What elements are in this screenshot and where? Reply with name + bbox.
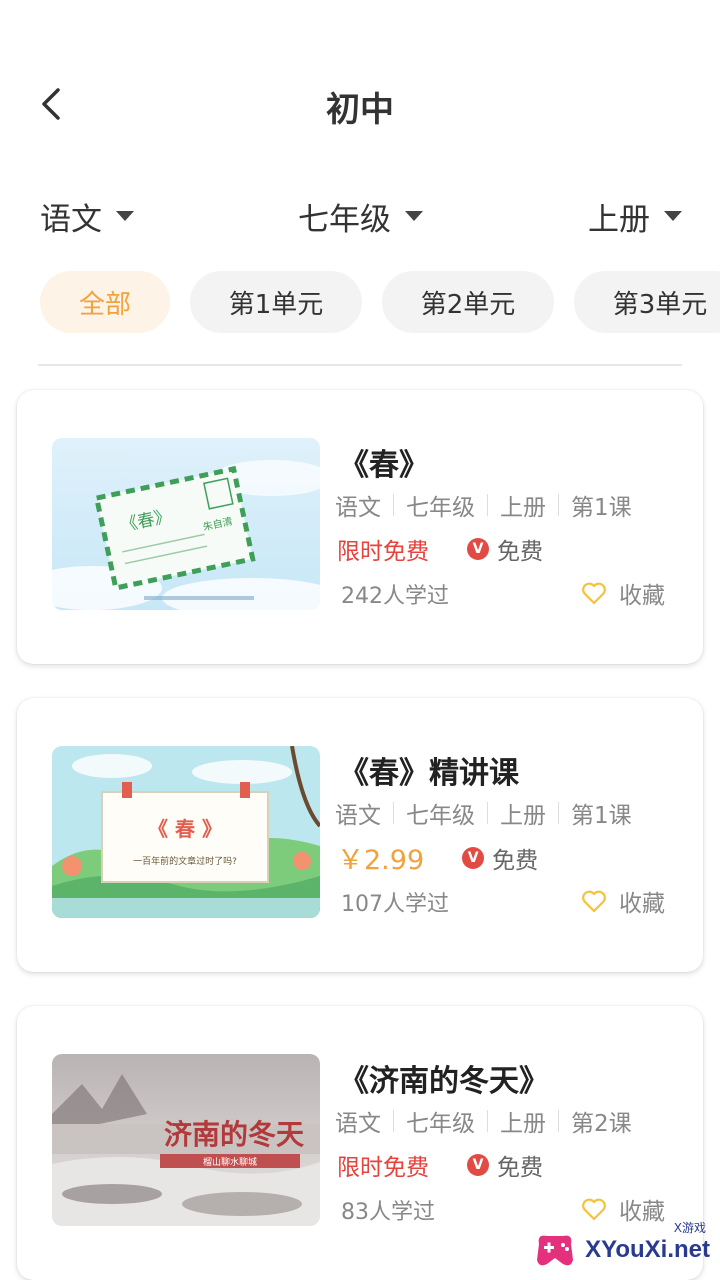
vip-badge-icon: V — [467, 1154, 489, 1176]
meta-volume: 上册 — [500, 495, 546, 521]
favorite-button[interactable]: 收藏 — [581, 884, 665, 918]
meta-volume: 上册 — [500, 803, 546, 829]
course-title: 《济南的冬天》 — [339, 1064, 549, 1099]
volume-dropdown[interactable]: 上册 — [588, 194, 682, 238]
vip-price-label: 免费 — [497, 1155, 543, 1181]
unit-chip-all[interactable]: 全部 — [40, 271, 170, 333]
heart-icon — [582, 890, 606, 913]
thumb-art-text: 济南的冬天 — [164, 1118, 304, 1151]
meta-lesson: 第1课 — [571, 803, 632, 829]
meta-separator — [558, 1110, 559, 1132]
favorite-label: 收藏 — [619, 1199, 665, 1225]
caret-down-icon — [664, 211, 682, 221]
vip-price: V 免费 — [462, 841, 538, 875]
heart-icon — [582, 1198, 606, 1221]
meta-subject: 语文 — [335, 495, 381, 521]
gamepad-logo-icon — [537, 1235, 574, 1266]
vip-price: V 免费 — [467, 1148, 543, 1182]
meta-separator — [393, 494, 394, 516]
course-list-page: 初中 语文 七年级 上册 全部 第1单元 第2单元 第3单元 《春》 朱自清 《… — [0, 0, 720, 1280]
price-label: 限时免费 — [337, 539, 429, 565]
favorite-button[interactable]: 收藏 — [581, 576, 665, 610]
volume-label: 上册 — [588, 201, 650, 238]
course-thumbnail: 榴山聊水聊城 济南的冬天 — [52, 1054, 320, 1226]
watermark-text: XYouXi.net — [585, 1236, 710, 1263]
vip-price-label: 免费 — [497, 539, 543, 565]
unit-chip-3[interactable]: 第3单元 — [574, 271, 720, 333]
meta-subject: 语文 — [335, 803, 381, 829]
meta-subject: 语文 — [335, 1111, 381, 1137]
meta-separator — [558, 494, 559, 516]
price-row: ￥2.99 V 免费 — [337, 838, 538, 877]
course-title: 《春》精讲课 — [339, 756, 519, 791]
meta-separator — [558, 802, 559, 824]
meta-separator — [487, 1110, 488, 1132]
course-meta: 语文 七年级 上册 第1课 — [335, 796, 632, 830]
learned-count: 242人学过 — [341, 584, 449, 609]
meta-grade: 七年级 — [406, 495, 475, 521]
caret-down-icon — [116, 211, 134, 221]
watermark: XYouXi.net — [533, 1230, 710, 1270]
meta-separator — [393, 1110, 394, 1132]
price-label: ￥2.99 — [337, 845, 425, 876]
meta-separator — [393, 802, 394, 824]
subject-label: 语文 — [40, 201, 102, 238]
favorite-button[interactable]: 收藏 — [581, 1192, 665, 1226]
thumb-board-sub: 一百年前的文章过时了吗? — [133, 855, 237, 867]
page-title: 初中 — [326, 90, 394, 130]
course-title: 《春》 — [339, 448, 429, 483]
meta-separator — [487, 802, 488, 824]
course-card[interactable]: 《春》 朱自清 《春》 语文 七年级 上册 第1课 限时免费 V 免费 242人… — [17, 390, 703, 664]
unit-chip-2[interactable]: 第2单元 — [382, 271, 554, 333]
thumb-board-title: 《 春 》 — [148, 817, 222, 841]
favorite-label: 收藏 — [619, 891, 665, 917]
price-row: 限时免费 V 免费 — [337, 532, 543, 566]
vip-badge-icon: V — [467, 538, 489, 560]
price-row: 限时免费 V 免费 — [337, 1148, 543, 1182]
subject-dropdown[interactable]: 语文 — [40, 194, 134, 238]
meta-volume: 上册 — [500, 1111, 546, 1137]
favorite-label: 收藏 — [619, 583, 665, 609]
meta-grade: 七年级 — [406, 803, 475, 829]
learned-count: 83人学过 — [341, 1200, 435, 1225]
grade-label: 七年级 — [298, 201, 391, 238]
meta-lesson: 第1课 — [571, 495, 632, 521]
meta-lesson: 第2课 — [571, 1111, 632, 1137]
vip-price-label: 免费 — [492, 847, 539, 874]
thumb-ribbon: 榴山聊水聊城 — [203, 1156, 257, 1168]
vip-badge-icon: V — [462, 846, 485, 869]
price-label: 限时免费 — [337, 1155, 429, 1181]
heart-icon — [582, 582, 606, 605]
caret-down-icon — [405, 211, 423, 221]
meta-grade: 七年级 — [406, 1111, 475, 1137]
vip-price: V 免费 — [467, 532, 543, 566]
course-meta: 语文 七年级 上册 第2课 — [335, 1104, 632, 1138]
divider — [38, 364, 682, 366]
meta-separator — [487, 494, 488, 516]
unit-chip-1[interactable]: 第1单元 — [190, 271, 362, 333]
course-card[interactable]: 《 春 》 一百年前的文章过时了吗? 《春》精讲课 语文 七年级 上册 第1课 … — [17, 698, 703, 972]
course-thumbnail: 《春》 朱自清 — [52, 438, 320, 610]
course-thumbnail: 《 春 》 一百年前的文章过时了吗? — [52, 746, 320, 918]
grade-dropdown[interactable]: 七年级 — [298, 194, 423, 238]
course-meta: 语文 七年级 上册 第1课 — [335, 488, 632, 522]
learned-count: 107人学过 — [341, 892, 449, 917]
